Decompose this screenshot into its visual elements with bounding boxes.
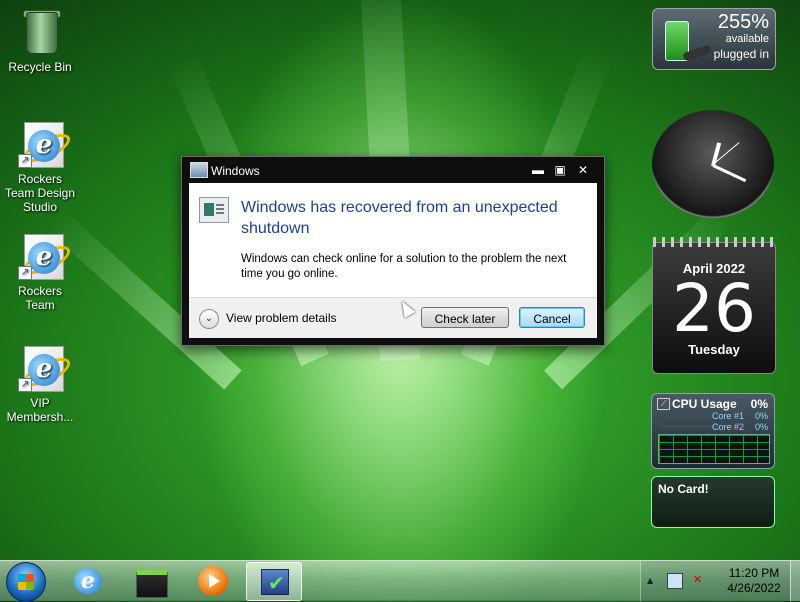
internet-explorer-icon: e ↗	[18, 232, 74, 280]
tray-date: 4/26/2022	[727, 581, 781, 595]
tray-clock[interactable]: 11:20 PM 4/26/2022	[719, 566, 789, 596]
taskbar-item-media-player[interactable]	[186, 562, 240, 599]
taskbar-item-action-center[interactable]	[246, 562, 302, 601]
system-tray: ▲ ✕ 11:20 PM 4/26/2022	[640, 561, 800, 601]
minimize-button[interactable]: ▬	[530, 163, 546, 177]
windows-explorer-icon	[136, 570, 168, 598]
gpu-gadget[interactable]: No Card!	[651, 476, 775, 528]
desktop-icon-label: Rockers Team	[17, 284, 62, 312]
desktop-icon-label: Rockers Team Design Studio	[4, 172, 76, 214]
internet-explorer-icon: e	[74, 568, 102, 594]
core2-label: Core #2	[711, 422, 744, 432]
close-button[interactable]: ✕	[575, 163, 591, 177]
cpu-usage-gadget[interactable]: ⟋ CPU Usage 0% Core #1 0% Core #2 0%	[651, 393, 775, 469]
battery-status-available: available	[725, 33, 769, 45]
media-player-icon	[198, 566, 228, 596]
show-desktop-button[interactable]	[790, 561, 800, 601]
battery-status-plugged: plugged in	[713, 47, 769, 61]
desktop-icon-label: Recycle Bin	[8, 60, 72, 74]
expand-details-icon[interactable]: ⌄	[199, 309, 219, 329]
recycle-bin-icon	[18, 8, 62, 56]
cpu-title: CPU Usage	[672, 397, 737, 411]
cpu-graph	[658, 434, 770, 464]
desktop-icon-vip-membership[interactable]: e ↗ VIP Membersh...	[2, 344, 78, 424]
cpu-total: 0%	[750, 397, 768, 411]
dialog-heading: Windows has recovered from an unexpected…	[241, 199, 558, 237]
calendar-binding	[653, 237, 775, 247]
core1-label: Core #1	[711, 411, 744, 421]
dialog-footer: ⌄ View problem details Check later Cance…	[189, 297, 597, 338]
start-button[interactable]	[6, 562, 46, 602]
internet-explorer-icon: e ↗	[18, 344, 74, 392]
check-later-button[interactable]: Check later	[421, 307, 509, 328]
volume-muted-icon[interactable]: ✕	[693, 573, 707, 587]
dialog-content: Windows has recovered from an unexpected…	[189, 183, 597, 297]
clock-gadget[interactable]	[652, 110, 774, 218]
cancel-button[interactable]: Cancel	[519, 307, 585, 328]
problem-report-icon	[199, 197, 229, 223]
desktop-icon-recycle-bin[interactable]: Recycle Bin	[2, 8, 78, 74]
windows-app-icon	[190, 162, 208, 178]
gauge-icon: ⟋	[657, 398, 670, 410]
calendar-day: 26	[672, 270, 756, 347]
show-hidden-icons-button[interactable]: ▲	[647, 576, 653, 585]
action-center-icon	[261, 569, 289, 595]
internet-explorer-icon: e ↗	[18, 120, 74, 168]
calendar-gadget[interactable]: April 2022 26 Tuesday	[652, 237, 776, 374]
core2-value: 0%	[754, 422, 768, 432]
clock-minute-hand	[712, 164, 747, 183]
recovery-dialog: Windows ▬ ▣ ✕ Windows has recovered from…	[181, 156, 605, 346]
taskbar: e ▲ ✕ 11:20 PM 4/26/2022	[0, 560, 800, 602]
battery-percent: 255%	[717, 11, 769, 33]
view-problem-details-link[interactable]: View problem details	[226, 311, 337, 325]
battery-gadget[interactable]: 255% available plugged in	[652, 8, 776, 70]
desktop-icon-rockers-team[interactable]: e ↗ Rockers Team	[2, 232, 78, 312]
dialog-message: Windows can check online for a solution …	[241, 253, 567, 280]
network-icon[interactable]	[667, 573, 683, 589]
taskbar-item-internet-explorer[interactable]: e	[62, 562, 116, 599]
desktop-icon-rockers-team-design-studio[interactable]: e ↗ Rockers Team Design Studio	[2, 120, 78, 214]
tray-time: 11:20 PM	[728, 566, 780, 580]
core1-value: 0%	[754, 411, 768, 421]
maximize-button[interactable]: ▣	[552, 163, 568, 177]
windows-logo-icon	[18, 574, 34, 590]
desktop-icon-label: VIP Membersh...	[6, 396, 74, 424]
dialog-title: Windows	[211, 164, 260, 178]
dialog-titlebar[interactable]: Windows ▬ ▣ ✕	[182, 157, 604, 183]
taskbar-item-explorer[interactable]	[124, 562, 178, 599]
gpu-status: No Card!	[658, 482, 709, 496]
